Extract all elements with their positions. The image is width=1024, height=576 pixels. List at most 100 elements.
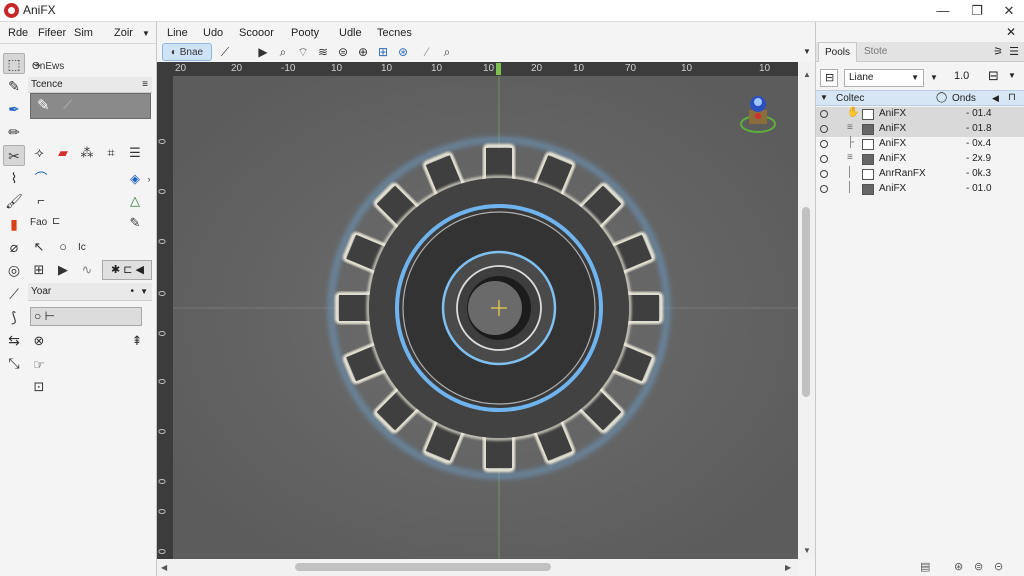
magnet-icon[interactable]: ⊛ xyxy=(395,43,411,61)
left-menu-dropdown-icon[interactable]: ▼ xyxy=(142,29,150,38)
curve-icon[interactable]: ⌒ xyxy=(32,170,50,188)
warning-icon[interactable]: △ xyxy=(126,192,144,210)
tab-stote[interactable]: Stote xyxy=(858,42,893,62)
expand-arrow-icon[interactable]: › xyxy=(140,170,158,188)
scissors-tool-icon[interactable]: ✂ xyxy=(3,145,25,166)
mask-dropdown-icon[interactable]: ▼ xyxy=(1008,71,1016,80)
frame-controls[interactable]: ✱ ⊏ ◀ xyxy=(102,260,152,280)
blend-extra-dropdown-icon[interactable]: ▼ xyxy=(930,73,938,82)
pencil-tool-icon[interactable]: ✏ xyxy=(3,122,25,143)
visibility-eye-icon[interactable] xyxy=(820,110,828,118)
close-button[interactable]: ✕ xyxy=(994,1,1024,21)
layer-row[interactable]: ≡ AniFX - 01.8 xyxy=(816,122,1024,137)
layer-row[interactable]: │ AnrRanFX - 0k.3 xyxy=(816,167,1024,182)
layer-row[interactable]: ✋ AniFX - 01.4 xyxy=(816,107,1024,122)
pin-icon[interactable]: ⇞ xyxy=(128,332,146,350)
blend-mode-select[interactable]: Liane ▼ xyxy=(844,69,924,87)
zoom-in-icon[interactable]: ⊕ xyxy=(355,43,371,61)
panel-close-icon[interactable]: ✕ xyxy=(1006,25,1016,39)
layers-stack-icon[interactable]: ≋ xyxy=(315,43,331,61)
texture-preview[interactable]: ✎ ⟋ xyxy=(30,93,151,119)
visibility-eye-icon[interactable] xyxy=(820,170,828,178)
pencil-small-icon[interactable]: ✎ xyxy=(126,214,144,232)
play-icon[interactable]: ▶ xyxy=(54,261,72,279)
grid-snap-icon[interactable]: ⊞ xyxy=(375,43,391,61)
blend-lock-icon[interactable]: ⊟ xyxy=(820,69,838,87)
menu-pooty[interactable]: Pooty xyxy=(291,27,319,39)
blue-pen-icon[interactable]: ✒ xyxy=(3,99,25,120)
globe-tool-icon[interactable]: ◎ xyxy=(3,260,25,281)
nodes-icon[interactable]: ⁂ xyxy=(78,144,96,162)
color-dropdown-icon[interactable]: ▼ xyxy=(140,283,148,301)
layer-effects-icon[interactable]: ⊛ xyxy=(954,560,963,573)
eraser-tool-icon[interactable]: ▮ xyxy=(3,214,25,235)
menu-line[interactable]: Line xyxy=(167,27,188,39)
shape-stroke-field[interactable]: ○ ⊢ xyxy=(30,307,142,326)
dropper-tool-icon[interactable]: ⌀ xyxy=(3,237,25,258)
group-arrow-icon[interactable]: ◀ xyxy=(992,93,999,104)
hand-icon[interactable]: ☞ xyxy=(30,356,48,374)
transform-tool-icon[interactable]: ⤡ xyxy=(3,353,25,374)
lasso-icon[interactable]: ⌔ xyxy=(295,43,311,61)
layers-zoom-icon[interactable]: ⊜ xyxy=(335,43,351,61)
scroll-down-icon[interactable]: ▼ xyxy=(803,546,811,555)
layer-mask-icon[interactable]: ⊟ xyxy=(988,68,999,84)
opacity-value[interactable]: 1.0 xyxy=(954,70,969,82)
visibility-eye-icon[interactable] xyxy=(820,140,828,148)
horizontal-scroll-thumb[interactable] xyxy=(295,563,551,571)
link-icon[interactable]: ⊗ xyxy=(30,332,48,350)
visibility-eye-icon[interactable] xyxy=(820,185,828,193)
minimize-button[interactable]: — xyxy=(928,1,958,21)
toolbar-dropdown-icon[interactable]: ▼ xyxy=(801,43,813,61)
red-marker-icon[interactable]: ▰ xyxy=(54,144,72,162)
scroll-up-icon[interactable]: ▲ xyxy=(803,70,811,79)
paintbrush-icon[interactable]: 🖌 xyxy=(3,191,25,212)
bezier-tool-icon[interactable]: ⟆ xyxy=(3,307,25,328)
wave-icon[interactable]: ∿ xyxy=(78,261,96,279)
brush-mode-button[interactable]: ◐ Bnae xyxy=(162,43,212,61)
brush-tool-icon[interactable]: ⌇ xyxy=(3,168,25,189)
horizontal-scrollbar[interactable]: ◀ ▶ xyxy=(157,559,798,576)
layer-row[interactable]: │ AniFX - 01.0 xyxy=(816,182,1024,197)
layer-adjust-icon[interactable]: ⊜ xyxy=(974,560,983,573)
left-menu-item-3[interactable]: Sim xyxy=(74,27,93,39)
vertical-scrollbar[interactable]: ▲ ▼ xyxy=(798,62,815,559)
arrow-cursor-icon[interactable]: ↖ xyxy=(30,238,48,256)
layer-row[interactable]: ≡ AniFX - 2x.9 xyxy=(816,152,1024,167)
drawing-canvas[interactable] xyxy=(173,76,798,559)
search-icon[interactable]: ⌕ xyxy=(439,43,455,61)
visibility-eye-icon[interactable] xyxy=(820,155,828,163)
vertical-scroll-thumb[interactable] xyxy=(802,207,810,397)
smudge-icon[interactable]: ⟢ xyxy=(30,144,48,162)
pointer-icon[interactable]: ▶ xyxy=(255,43,271,61)
frame-box-icon[interactable]: ⊡ xyxy=(30,378,48,396)
scroll-left-icon[interactable]: ◀ xyxy=(161,563,167,572)
select-tool-icon[interactable]: ⬚ xyxy=(3,53,25,74)
align-tool-icon[interactable]: ⇆ xyxy=(3,330,25,351)
path-edit-icon[interactable]: ⌐ xyxy=(32,192,50,210)
panel-list-icon[interactable]: ☰ xyxy=(1009,45,1019,58)
crop-icon[interactable]: ⌗ xyxy=(102,144,120,162)
left-menu-item-2[interactable]: Fifeer xyxy=(38,27,66,39)
scroll-right-icon[interactable]: ▶ xyxy=(785,563,791,572)
group-expand-icon[interactable]: ▼ xyxy=(820,93,828,102)
new-layer-icon[interactable]: ▤ xyxy=(920,560,930,573)
circle-icon[interactable]: ○ xyxy=(54,238,72,256)
visibility-eye-icon[interactable] xyxy=(820,125,828,133)
ruler-icon[interactable]: ⁄ xyxy=(419,43,435,61)
menu-udo[interactable]: Udo xyxy=(203,27,223,39)
left-menu-item-1[interactable]: Rde xyxy=(8,27,28,39)
group-link-icon[interactable]: ⊓ xyxy=(1008,92,1016,103)
left-menu-zoom[interactable]: Zoir xyxy=(114,27,133,39)
zoom-icon[interactable]: ⌕ xyxy=(275,43,291,61)
pen-tool-icon[interactable]: ✎ xyxy=(3,76,25,97)
stamp-icon[interactable]: ⊞ xyxy=(30,261,48,279)
wand-icon[interactable]: ⟋ xyxy=(217,43,233,61)
layer-group-header[interactable]: ▼ Coltec ◯ Onds ◀ ⊓ xyxy=(816,90,1024,106)
textures-menu-icon[interactable]: ≡ xyxy=(142,77,148,93)
tab-pools[interactable]: Pools xyxy=(818,42,858,62)
line-tool-icon[interactable]: ⟋ xyxy=(3,284,25,305)
grid-icon[interactable]: ☰ xyxy=(126,144,144,162)
menu-scooor[interactable]: Scooor xyxy=(239,27,274,39)
menu-tecnes[interactable]: Tecnes xyxy=(377,27,412,39)
